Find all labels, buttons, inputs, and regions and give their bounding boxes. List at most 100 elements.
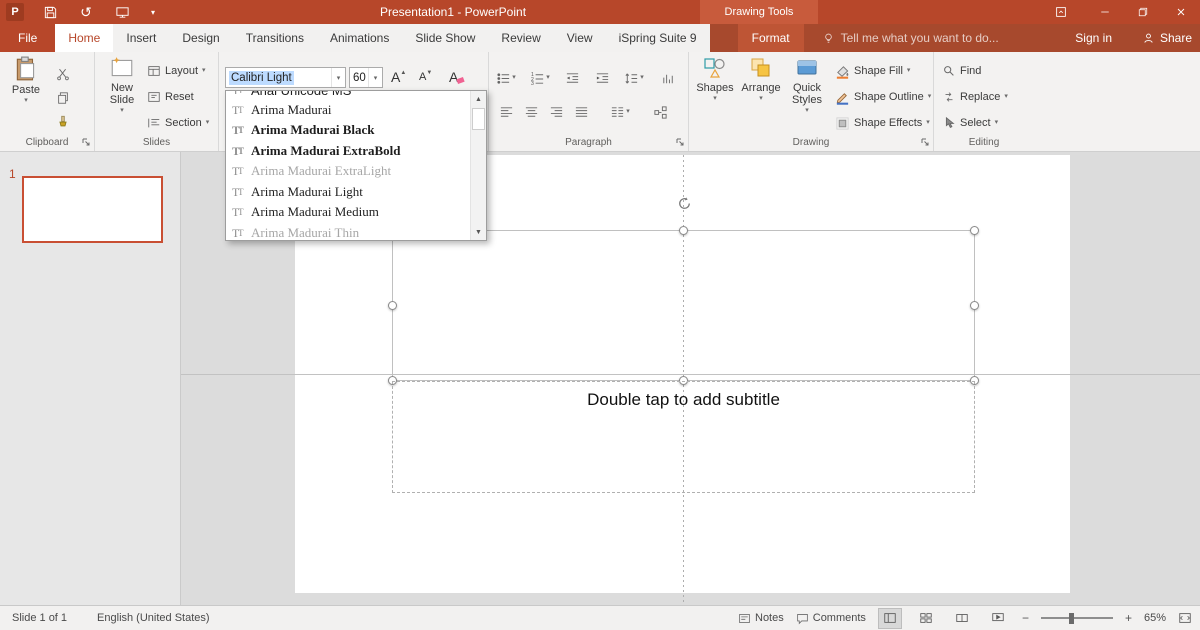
find-button[interactable]: Find xyxy=(942,61,981,81)
tab-slide-show[interactable]: Slide Show xyxy=(402,24,488,52)
tab-animations[interactable]: Animations xyxy=(317,24,402,52)
scroll-up-icon[interactable]: ▲ xyxy=(471,91,486,107)
font-option[interactable]: TT Arima Madurai Light xyxy=(226,182,470,202)
font-option[interactable]: TT Arima Madurai Thin xyxy=(226,223,470,240)
font-option[interactable]: TT Arima Madurai ExtraBold xyxy=(226,141,470,161)
start-slideshow-icon[interactable] xyxy=(112,2,132,22)
decrease-font-size-button[interactable]: A ▼ xyxy=(419,68,432,88)
resize-handle-top-center[interactable] xyxy=(679,226,688,235)
slideshow-view-button[interactable] xyxy=(986,608,1010,629)
find-label: Find xyxy=(960,65,981,77)
restore-button[interactable] xyxy=(1124,0,1162,24)
save-icon[interactable] xyxy=(40,2,60,22)
line-spacing-icon[interactable]: ▾ xyxy=(623,68,645,88)
resize-handle-middle-left[interactable] xyxy=(388,301,397,310)
align-right-icon[interactable] xyxy=(545,102,567,122)
zoom-in-button[interactable]: + xyxy=(1125,611,1132,625)
convert-smartart-icon[interactable] xyxy=(649,102,671,122)
scrollbar-thumb[interactable] xyxy=(472,108,485,130)
columns-icon[interactable]: ▾ xyxy=(609,102,631,122)
shape-outline-button[interactable]: Shape Outline ▾ xyxy=(835,87,931,107)
tab-design[interactable]: Design xyxy=(169,24,232,52)
reading-view-button[interactable] xyxy=(950,608,974,629)
close-button[interactable] xyxy=(1162,0,1200,24)
quick-styles-button[interactable]: Quick Styles ▾ xyxy=(785,56,829,114)
tab-home[interactable]: Home xyxy=(55,24,113,52)
zoom-slider-thumb[interactable] xyxy=(1069,613,1074,624)
font-option[interactable]: TT Arima Madurai xyxy=(226,100,470,120)
justify-icon[interactable] xyxy=(570,102,592,122)
numbering-icon[interactable]: 123 ▾ xyxy=(529,68,551,88)
font-name-caret-icon[interactable]: ▾ xyxy=(331,68,345,87)
notes-button[interactable]: Notes xyxy=(738,612,784,625)
subtitle-placeholder[interactable]: Double tap to add subtitle xyxy=(392,381,975,493)
reset-button[interactable]: Reset xyxy=(147,87,194,107)
language-status[interactable]: English (United States) xyxy=(97,612,210,624)
shape-fill-button[interactable]: Shape Fill ▾ xyxy=(835,61,910,81)
replace-button[interactable]: Replace ▾ xyxy=(942,87,1008,107)
bullets-icon[interactable]: ▾ xyxy=(495,68,517,88)
font-option[interactable]: TT Arima Madurai Medium xyxy=(226,202,470,222)
truetype-icon: TT xyxy=(232,144,245,159)
shape-effects-button[interactable]: Shape Effects ▾ xyxy=(835,113,930,133)
increase-font-size-button[interactable]: A ▲ xyxy=(391,68,406,88)
text-direction-icon[interactable] xyxy=(657,68,679,88)
font-size-combo[interactable]: 60 ▾ xyxy=(349,67,383,88)
undo-icon[interactable]: ↺ xyxy=(76,2,96,22)
paragraph-dialog-launcher-icon[interactable] xyxy=(675,137,685,147)
minimize-button[interactable] xyxy=(1086,0,1124,24)
font-option[interactable]: TT Arial Unicode MS xyxy=(226,91,470,100)
resize-handle-top-right[interactable] xyxy=(970,226,979,235)
font-dropdown-scrollbar[interactable]: ▲ ▼ xyxy=(470,91,486,240)
resize-handle-middle-right[interactable] xyxy=(970,301,979,310)
format-painter-icon[interactable] xyxy=(52,112,74,132)
clipboard-dialog-launcher-icon[interactable] xyxy=(81,137,91,147)
font-option[interactable]: TT Arima Madurai ExtraLight xyxy=(226,161,470,181)
share-label: Share xyxy=(1160,31,1192,45)
slide-info[interactable]: Slide 1 of 1 xyxy=(12,612,67,624)
paste-button[interactable]: Paste ▾ xyxy=(7,56,45,104)
arrange-button[interactable]: Arrange ▾ xyxy=(739,56,783,102)
powerpoint-app-icon[interactable]: P xyxy=(6,3,24,21)
qat-customize-caret-icon[interactable]: ▾ xyxy=(148,2,158,22)
zoom-slider[interactable] xyxy=(1041,612,1113,624)
zoom-out-button[interactable]: − xyxy=(1022,611,1029,625)
shapes-button[interactable]: Shapes ▾ xyxy=(695,56,735,102)
title-placeholder-selected[interactable] xyxy=(392,230,975,381)
scroll-down-icon[interactable]: ▼ xyxy=(471,224,486,240)
clear-formatting-button[interactable]: A xyxy=(449,68,464,88)
drawing-dialog-launcher-icon[interactable] xyxy=(920,137,930,147)
tab-review[interactable]: Review xyxy=(488,24,553,52)
tab-insert[interactable]: Insert xyxy=(113,24,169,52)
tab-ispring-suite[interactable]: iSpring Suite 9 xyxy=(606,24,710,52)
decrease-indent-icon[interactable] xyxy=(561,68,583,88)
tab-file[interactable]: File xyxy=(0,24,55,52)
select-button[interactable]: Select ▾ xyxy=(942,113,998,133)
comments-button[interactable]: Comments xyxy=(796,612,866,625)
font-option[interactable]: TT Arima Madurai Black xyxy=(226,120,470,140)
section-button[interactable]: Section ▾ xyxy=(147,113,209,133)
tell-me-box[interactable]: Tell me what you want to do... xyxy=(822,24,999,52)
tab-view[interactable]: View xyxy=(554,24,606,52)
align-center-icon[interactable] xyxy=(520,102,542,122)
tab-transitions[interactable]: Transitions xyxy=(233,24,317,52)
align-left-icon[interactable] xyxy=(495,102,517,122)
normal-view-button[interactable] xyxy=(878,608,902,629)
ribbon-display-options-button[interactable] xyxy=(1042,0,1080,24)
slide-sorter-view-button[interactable] xyxy=(914,608,938,629)
font-size-caret-icon[interactable]: ▾ xyxy=(368,68,382,87)
new-slide-button[interactable]: New Slide ▾ xyxy=(101,56,143,114)
share-button[interactable]: Share xyxy=(1142,24,1192,52)
copy-icon[interactable] xyxy=(52,88,74,108)
layout-button[interactable]: Layout ▾ xyxy=(147,61,206,81)
slide-thumbnail[interactable] xyxy=(22,176,163,243)
cut-icon[interactable] xyxy=(52,64,74,84)
sign-in-button[interactable]: Sign in xyxy=(1075,24,1112,52)
tab-format[interactable]: Format xyxy=(738,24,804,52)
reset-icon xyxy=(147,90,161,104)
fit-slide-to-window-button[interactable] xyxy=(1178,611,1192,625)
zoom-percentage[interactable]: 65% xyxy=(1144,612,1166,624)
font-name-combo[interactable]: Calibri Light ▾ xyxy=(225,67,346,88)
rotate-handle-icon[interactable] xyxy=(676,195,693,212)
increase-indent-icon[interactable] xyxy=(591,68,613,88)
